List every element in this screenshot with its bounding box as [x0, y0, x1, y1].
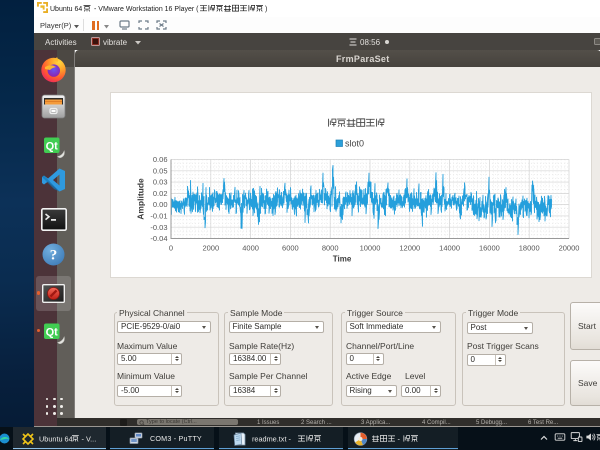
svg-text:20000: 20000	[559, 244, 580, 253]
svg-text:): )	[265, 6, 267, 13]
svg-text:-0.03: -0.03	[150, 223, 167, 232]
svg-text:0: 0	[169, 244, 173, 253]
svg-text:0.00: 0.00	[153, 200, 168, 209]
svg-text:16000: 16000	[479, 244, 500, 253]
svg-text:10000: 10000	[360, 244, 381, 253]
svg-text:12000: 12000	[399, 244, 420, 253]
svg-text:-0.04: -0.04	[150, 234, 167, 243]
svg-text:-: -	[398, 435, 401, 444]
svg-text:2000: 2000	[202, 244, 219, 253]
svg-text:Qt: Qt	[46, 140, 59, 152]
svg-text:Ubuntu 64: Ubuntu 64	[50, 6, 82, 13]
svg-text:0.06: 0.06	[153, 155, 168, 164]
svg-text:0.03: 0.03	[153, 178, 168, 187]
svg-text:Amplitude: Amplitude	[136, 178, 146, 220]
svg-text:-0.01: -0.01	[150, 212, 167, 221]
svg-text:4000: 4000	[242, 244, 259, 253]
svg-text:6000: 6000	[282, 244, 299, 253]
svg-text:8000: 8000	[322, 244, 339, 253]
svg-text:Ubuntu 64: Ubuntu 64	[39, 435, 73, 444]
svg-text:0.02: 0.02	[153, 189, 168, 198]
svg-text:readme.txt -: readme.txt -	[252, 435, 291, 444]
svg-text:?: ?	[50, 248, 58, 264]
svg-text:18000: 18000	[519, 244, 540, 253]
svg-text:14000: 14000	[439, 244, 460, 253]
svg-text:Qt: Qt	[46, 326, 59, 338]
svg-text:- V...: - V...	[82, 435, 97, 444]
svg-text:0.05: 0.05	[153, 166, 168, 175]
svg-text:- VMware Workstation 16 Player: - VMware Workstation 16 Player (	[94, 6, 199, 13]
svg-text:Time: Time	[333, 255, 352, 264]
svg-text:slot0: slot0	[345, 139, 364, 149]
